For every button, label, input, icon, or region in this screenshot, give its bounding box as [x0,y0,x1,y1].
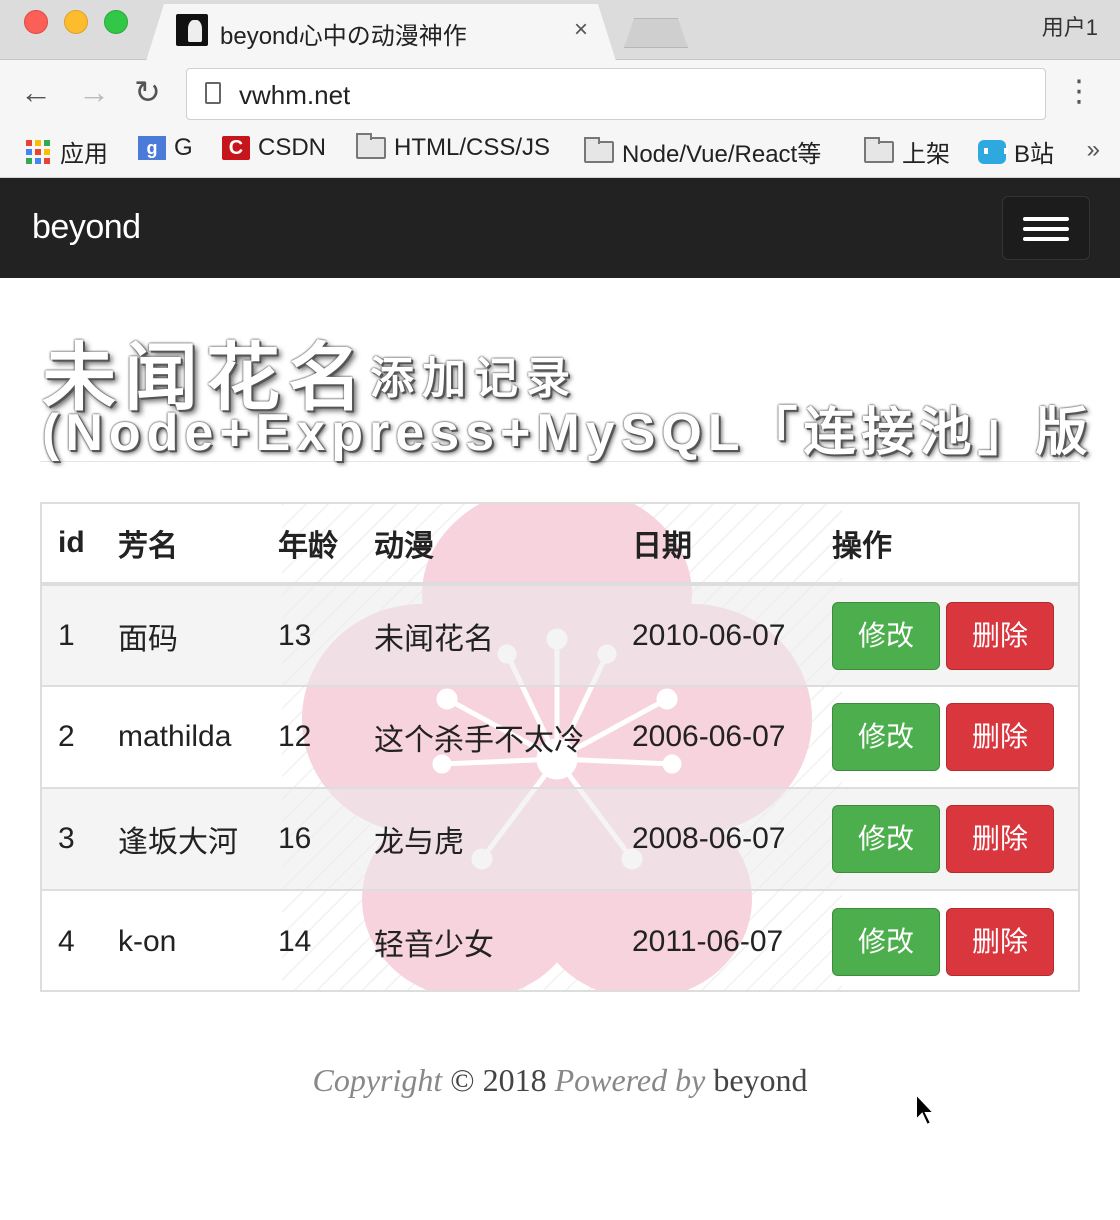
cell-anime: 这个杀手不太冷 [358,685,616,788]
column-header-id: id [42,504,102,586]
table-header-row: id 芳名 年龄 动漫 日期 操作 [42,504,1078,586]
bookmark-label: HTML/CSS/JS [394,134,551,161]
cell-anime: 龙与虎 [358,787,616,890]
bookmark-folder-shangjia[interactable]: 上架 [864,134,950,169]
table-row: 4 k-on 14 轻音少女 2011-06-07 修改 删除 [42,889,1078,990]
delete-button[interactable]: 删除 [946,907,1054,976]
mouse-cursor-icon [915,1092,937,1127]
footer-powered: Powered by [554,1062,706,1098]
bookmark-google[interactable]: g G [138,134,193,162]
delete-button[interactable]: 删除 [946,703,1054,771]
footer-copyright: Copyright [312,1062,443,1098]
cell-actions: 修改 删除 [816,889,1078,990]
apps-grid-icon [26,139,50,164]
cell-id: 2 [42,685,102,788]
bookmark-folder-node[interactable]: Node/Vue/React等 [584,134,821,169]
cell-age: 13 [262,584,358,686]
cell-anime: 轻音少女 [358,889,616,990]
bookmarks-bar: 应用 g G C CSDN HTML/CSS/JS Node/Vue/React… [0,126,1120,178]
bookmark-label: G [174,134,193,161]
page-icon [205,82,221,104]
edit-button[interactable]: 修改 [832,805,940,873]
new-tab-button[interactable] [624,18,688,48]
folder-icon [356,133,386,159]
cell-date: 2006-06-07 [616,685,816,788]
bilibili-icon [978,139,1008,164]
delete-button[interactable]: 删除 [946,601,1054,670]
cell-actions: 修改 删除 [816,685,1078,788]
browser-tab-active[interactable]: beyond心中の动漫神作 × [146,4,616,61]
bookmark-folder-html[interactable]: HTML/CSS/JS [356,133,551,162]
folder-icon [864,136,894,163]
page-header: 未闻花名 添加记录 (Node+Express+MySQL「连接池」版 [40,318,1088,462]
minimize-window-button[interactable] [64,10,88,34]
forward-arrow-icon[interactable]: → [78,74,110,110]
cell-id: 3 [42,787,102,890]
cell-age: 12 [262,685,358,788]
bookmark-label: Node/Vue/React等 [622,141,822,168]
page-footer: Copyright © 2018 Powered by beyond [0,1062,1120,1099]
column-header-date: 日期 [616,504,816,586]
cell-age: 16 [262,787,358,890]
cell-date: 2011-06-07 [616,889,816,990]
url-text[interactable]: vwhm.net [239,80,350,111]
footer-author: beyond [713,1062,808,1098]
edit-button[interactable]: 修改 [832,907,940,976]
cell-id: 1 [42,584,102,686]
hamburger-menu-icon[interactable] [1002,196,1090,260]
cell-name: 面码 [102,584,262,686]
back-arrow-icon[interactable]: ← [20,74,52,110]
browser-toolbar: ← → ↻ vwhm.net ⋮ [0,60,1120,126]
bookmark-apps[interactable]: 应用 [26,134,108,169]
bookmark-label: 上架 [902,141,950,168]
footer-year: © 2018 [450,1062,547,1098]
cell-date: 2008-06-07 [616,787,816,890]
maximize-window-button[interactable] [104,10,128,34]
bookmark-label: 应用 [60,141,108,168]
browser-titlebar: beyond心中の动漫神作 × 用户1 [0,0,1120,61]
edit-button[interactable]: 修改 [832,601,940,670]
cell-actions: 修改 删除 [816,584,1078,686]
cell-name: mathilda [102,685,262,788]
delete-button[interactable]: 删除 [946,805,1054,873]
column-header-actions: 操作 [816,504,1078,586]
table-row: 2 mathilda 12 这个杀手不太冷 2006-06-07 修改 删除 [42,685,1078,788]
cell-age: 14 [262,889,358,990]
cell-actions: 修改 删除 [816,787,1078,890]
cell-name: k-on [102,889,262,990]
bookmarks-overflow-button[interactable]: » [1087,136,1100,164]
profile-button[interactable]: 用户1 [1042,10,1098,42]
cell-id: 4 [42,889,102,990]
edit-button[interactable]: 修改 [832,703,940,771]
column-header-name: 芳名 [102,504,262,586]
cell-name: 逢坂大河 [102,787,262,890]
brand-link[interactable]: beyond [32,208,141,247]
bookmark-label: B站 [1014,141,1055,168]
column-header-anime: 动漫 [358,504,616,586]
records-table-container: id 芳名 年龄 动漫 日期 操作 1 面码 13 未闻花名 2010-06-0… [40,502,1080,992]
csdn-icon: C [222,136,250,160]
cell-anime: 未闻花名 [358,584,616,686]
google-icon: g [138,136,166,160]
bookmark-csdn[interactable]: C CSDN [222,134,326,162]
bookmark-label: CSDN [258,134,327,161]
table-row: 1 面码 13 未闻花名 2010-06-07 修改 删除 [42,584,1078,686]
cell-date: 2010-06-07 [616,584,816,686]
records-table: id 芳名 年龄 动漫 日期 操作 1 面码 13 未闻花名 2010-06-0… [42,504,1078,990]
address-bar[interactable]: vwhm.net [186,68,1046,120]
browser-menu-icon[interactable]: ⋮ [1064,72,1094,112]
tab-favicon-icon [176,14,208,46]
column-header-age: 年龄 [262,504,358,586]
tab-close-icon[interactable]: × [574,16,588,44]
bookmark-bilibili[interactable]: B站 [978,134,1054,169]
page-title-version: (Node+Express+MySQL「连接池」版 [42,404,1094,462]
folder-icon [584,136,614,163]
tab-title: beyond心中の动漫神作 [220,23,467,50]
table-row: 3 逢坂大河 16 龙与虎 2008-06-07 修改 删除 [42,787,1078,890]
close-window-button[interactable] [24,10,48,34]
reload-icon[interactable]: ↻ [134,74,161,110]
site-navbar: beyond [0,178,1120,278]
